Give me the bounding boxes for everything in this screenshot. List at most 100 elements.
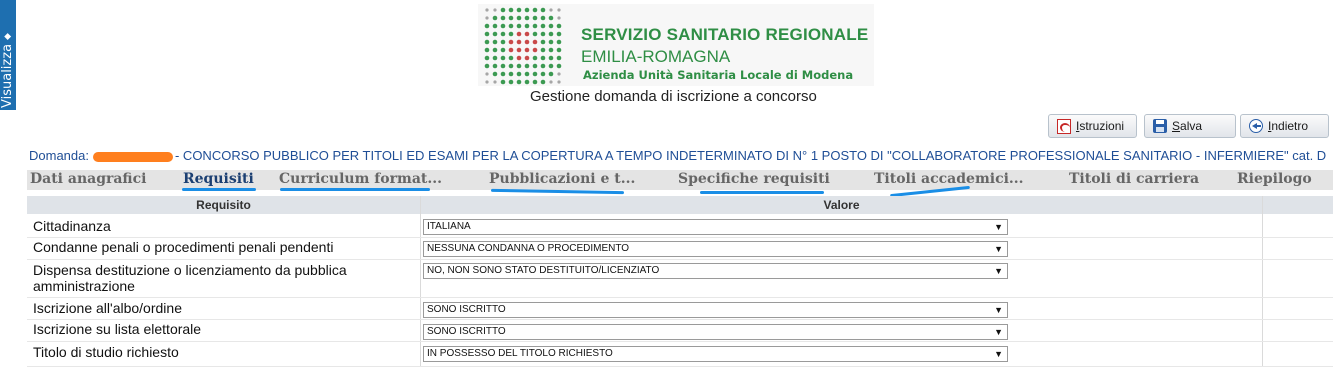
tab-titoli-accademici[interactable]: Titoli accademici... xyxy=(874,171,1024,187)
requisito-label-dispensa: Dispensa destituzione o licenziamento da… xyxy=(33,262,347,294)
logo-dot xyxy=(548,71,554,77)
select-value: IN POSSESSO DEL TITOLO RICHIESTO xyxy=(427,348,613,359)
indietro-button[interactable]: Indietro xyxy=(1240,114,1329,138)
domanda-title: - CONCORSO PUBBLICO PER TITOLI ED ESAMI … xyxy=(174,148,1327,163)
tab-requisiti[interactable]: Requisiti xyxy=(183,171,254,187)
logo-dot xyxy=(492,15,498,21)
logo-dot xyxy=(492,47,498,53)
requisito-label-condanne: Condanne penali o procedimenti penali pe… xyxy=(33,239,334,255)
logo-dot xyxy=(508,23,514,29)
requisito-label-lista-elettorale: Iscrizione su lista elettorale xyxy=(33,321,202,337)
row-divider xyxy=(27,297,1333,298)
row-divider xyxy=(27,259,1333,260)
logo-dot xyxy=(540,47,546,53)
logo-dot xyxy=(516,7,522,13)
lista-elettorale-select[interactable]: SONO ISCRITTO ▼ xyxy=(423,324,1008,340)
logo-dot xyxy=(508,7,514,13)
logo-dot xyxy=(485,8,489,12)
tab-titoli-di-carriera[interactable]: Titoli di carriera xyxy=(1069,171,1199,187)
page-subtitle: Gestione domanda di iscrizione a concors… xyxy=(530,88,817,105)
logo-dot xyxy=(500,39,506,45)
logo-dot xyxy=(524,55,530,61)
regional-logo-icon xyxy=(484,7,562,85)
pdf-icon xyxy=(1057,118,1071,134)
dropdown-arrow-icon: ▼ xyxy=(994,305,1003,315)
row-divider xyxy=(27,237,1333,238)
logo-dot xyxy=(508,39,514,45)
logo-dot xyxy=(493,80,497,84)
logo-dot xyxy=(556,55,562,61)
logo-dot xyxy=(532,47,538,53)
logo-dot xyxy=(532,23,538,29)
column-header-extra xyxy=(1263,196,1333,214)
tab-riepilogo[interactable]: Riepilogo xyxy=(1237,171,1312,187)
istruzioni-label: Istruzioni xyxy=(1076,119,1125,133)
logo-dot xyxy=(532,79,538,85)
logo-dot xyxy=(540,55,546,61)
logo-dot xyxy=(524,71,530,77)
dispensa-select[interactable]: NO, NON SONO STATO DESTITUITO/LICENZIATO… xyxy=(423,263,1008,279)
domanda-prefix: Domanda: xyxy=(29,148,89,163)
logo-dot xyxy=(548,47,554,53)
logo-dot xyxy=(540,71,546,77)
dropdown-arrow-icon: ▼ xyxy=(994,222,1003,232)
logo-dot xyxy=(532,39,538,45)
annotation-underline xyxy=(700,191,824,194)
domanda-line: Domanda: - CONCORSO PUBBLICO PER TITOLI … xyxy=(29,148,1326,163)
logo-dot xyxy=(556,31,562,37)
dropdown-arrow-icon: ▼ xyxy=(994,266,1003,276)
tab-specifiche-requisiti[interactable]: Specifiche requisiti xyxy=(678,171,830,187)
logo-dot xyxy=(524,63,530,69)
logo-dot xyxy=(532,31,538,37)
column-header-requisito: Requisito xyxy=(27,196,420,214)
cittadinanza-select[interactable]: ITALIANA ▼ xyxy=(423,219,1008,235)
logo-dot xyxy=(508,15,514,21)
requisito-label-albo: Iscrizione all'albo/ordine xyxy=(33,300,182,316)
logo-dot xyxy=(540,31,546,37)
istruzioni-button[interactable]: Istruzioni xyxy=(1048,114,1137,138)
logo-dot xyxy=(484,63,490,69)
tab-curriculum-formativo[interactable]: Curriculum format... xyxy=(279,171,442,187)
logo-dot xyxy=(500,47,506,53)
annotation-underline xyxy=(280,188,430,191)
logo-dot xyxy=(508,79,514,85)
visualizza-label: Visualizza xyxy=(0,43,15,108)
logo-dot xyxy=(548,23,554,29)
logo-region: EMILIA-ROMAGNA xyxy=(581,47,731,66)
requisito-label-titolo-studio: Titolo di studio richiesto xyxy=(33,344,179,360)
tab-pubblicazioni[interactable]: Pubblicazioni e t... xyxy=(489,171,635,187)
logo-dot xyxy=(548,31,554,37)
albo-select[interactable]: SONO ISCRITTO ▼ xyxy=(423,302,1008,318)
logo-dot xyxy=(549,8,553,12)
logo-dot xyxy=(548,63,554,69)
logo-dot xyxy=(557,8,561,12)
column-header-valore: Valore xyxy=(421,196,1262,214)
logo-dot xyxy=(540,39,546,45)
logo-dot xyxy=(508,63,514,69)
titolo-studio-select[interactable]: IN POSSESSO DEL TITOLO RICHIESTO ▼ xyxy=(423,346,1008,362)
save-disk-icon xyxy=(1153,119,1167,133)
back-arrow-icon xyxy=(1249,119,1263,133)
redaction-mark xyxy=(92,151,173,162)
logo-dot xyxy=(492,23,498,29)
logo-dot xyxy=(485,16,489,20)
logo-dot xyxy=(516,23,522,29)
salva-button[interactable]: Salva xyxy=(1144,114,1236,138)
row-divider xyxy=(27,319,1333,320)
condanne-select[interactable]: NESSUNA CONDANNA O PROCEDIMENTO ▼ xyxy=(423,241,1008,257)
tab-dati-anagrafici[interactable]: Dati anagrafici xyxy=(30,171,146,187)
logo-dot xyxy=(500,31,506,37)
logo-dot xyxy=(557,72,561,76)
select-value: ITALIANA xyxy=(427,221,471,232)
dropdown-arrow-icon: ▼ xyxy=(994,349,1003,359)
logo-agency: Azienda Unità Sanitaria Locale di Modena xyxy=(583,68,854,82)
logo-dot xyxy=(492,63,498,69)
visualizza-sidebar[interactable]: Visualizza ◆ xyxy=(0,0,16,110)
logo-dot xyxy=(557,80,561,84)
annotation-underline xyxy=(182,188,256,191)
logo-dot xyxy=(484,39,490,45)
logo-dot xyxy=(516,79,522,85)
logo-dot xyxy=(484,31,490,37)
logo-dot xyxy=(548,55,554,61)
select-value: NESSUNA CONDANNA O PROCEDIMENTO xyxy=(427,243,630,254)
